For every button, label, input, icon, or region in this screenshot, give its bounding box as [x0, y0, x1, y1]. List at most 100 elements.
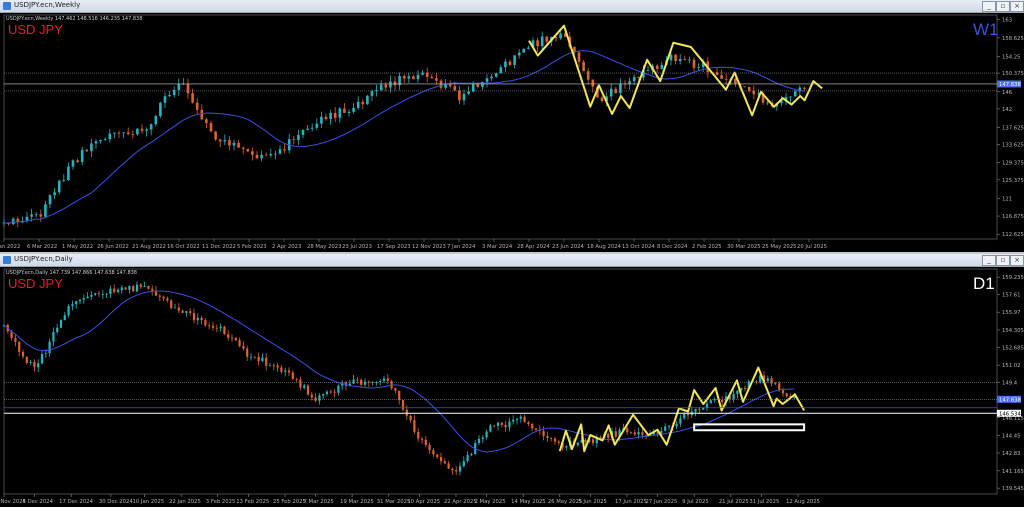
x-tick-label: 23 Jul 2023: [342, 244, 372, 250]
candle-body: [338, 108, 342, 118]
plot-frame: [3, 268, 998, 495]
weekly-chart-svg[interactable]: 163 158.625 154.25 150.375 146 142 137.625 133.…: [0, 13, 1024, 252]
y-tick-label: 155.97: [1002, 310, 1021, 316]
candle-body: [366, 95, 369, 105]
candle-body: [287, 370, 291, 373]
x-tick-label: 5 Jun 2025: [578, 499, 607, 505]
candle-body: [303, 385, 306, 388]
y-tick-label: 154.305: [1002, 328, 1024, 334]
candle-body: [508, 421, 511, 428]
x-tick-label: 11 Dec 2022: [202, 244, 236, 250]
candle-body: [306, 128, 309, 130]
candle-body: [30, 214, 33, 217]
x-tick-label: 26 May 2025: [548, 499, 583, 505]
x-tick-label: 12 Aug 2025: [786, 499, 820, 505]
candle-body: [513, 55, 516, 65]
y-tick-label: 125.375: [1002, 178, 1024, 184]
candle-body: [260, 154, 263, 159]
candle-body: [781, 390, 785, 394]
timeframe-label: D1: [973, 274, 995, 293]
candle-body: [159, 102, 162, 117]
candle-body: [382, 378, 386, 382]
close-button[interactable]: ×: [1010, 255, 1024, 266]
daily-chart-svg[interactable]: 159.235 157.61 155.97 154.305 152.685 151.02 1…: [0, 267, 1024, 507]
candle-body: [553, 438, 557, 442]
candle-body: [257, 356, 260, 362]
candle-body: [458, 90, 461, 101]
close-button[interactable]: ×: [1010, 1, 1024, 12]
maximize-button[interactable]: ▫: [996, 255, 1010, 266]
x-tick-label: 21 Jul 2025: [719, 499, 749, 505]
candle-body: [48, 341, 51, 354]
candle-body: [721, 400, 724, 403]
chart-window-icon: [3, 2, 11, 10]
candle-body: [299, 379, 302, 388]
candle-body: [246, 348, 249, 357]
candle-body: [78, 299, 82, 302]
candle-body: [512, 419, 515, 422]
x-tick-label: 31 Mar 2025: [377, 499, 411, 505]
minimize-button[interactable]: _: [982, 1, 996, 12]
candle-body: [519, 416, 522, 419]
candle-body: [455, 470, 458, 472]
candle-body: [128, 285, 131, 290]
candle-body: [242, 345, 245, 349]
y-tick-label: 142.83: [1002, 451, 1021, 457]
candle-body: [559, 33, 562, 39]
daily-chart-area[interactable]: 159.235 157.61 155.97 154.305 152.685 151.02 1…: [0, 267, 1024, 507]
candle-body: [246, 148, 250, 152]
candle-body: [170, 300, 173, 309]
candle-body: [600, 97, 604, 102]
candle-body: [57, 180, 61, 193]
x-tick-label: 17 Jun 2025: [615, 499, 647, 505]
weekly-title-bar[interactable]: USDJPY.ecn,Weekly _ ▫ ×: [0, 0, 1024, 13]
candle-body: [44, 204, 47, 217]
daily-chart-window[interactable]: USDJPY.ecn,Daily _ ▫ × 159.235 157.61 155.…: [0, 254, 1024, 507]
candle-body: [249, 356, 253, 358]
candle-body: [550, 438, 553, 439]
candle-body: [607, 433, 610, 439]
candle-body: [698, 409, 701, 410]
candle-body: [82, 298, 85, 300]
candle-body: [766, 102, 769, 104]
candle-body: [67, 305, 70, 316]
weekly-chart-area[interactable]: 163 158.625 154.25 150.375 146 142 137.625 133.…: [0, 13, 1024, 252]
candle-body: [192, 313, 196, 321]
candle-body: [500, 422, 503, 426]
candle-body: [264, 154, 268, 156]
y-tick-label: 142: [1002, 107, 1012, 113]
candle-body: [163, 96, 167, 103]
candle-body: [398, 390, 401, 401]
candle-body: [329, 112, 332, 120]
candle-body: [462, 93, 466, 101]
x-tick-label: 17 Sep 2023: [377, 244, 411, 250]
daily-title-bar[interactable]: USDJPY.ecn,Daily _ ▫ ×: [0, 254, 1024, 267]
candle-body: [743, 388, 747, 389]
candle-body: [238, 340, 241, 346]
candle-body: [195, 102, 199, 110]
candle-body: [655, 65, 659, 69]
candle-body: [629, 432, 633, 434]
candle-body: [116, 290, 120, 292]
x-tick-label: 22 Jan 2025: [169, 499, 201, 505]
x-tick-label: 9 Jul 2025: [682, 499, 709, 505]
minimize-button[interactable]: _: [982, 255, 996, 266]
weekly-chart-window[interactable]: USDJPY.ecn,Weekly _ ▫ × 163 158.625 154.25…: [0, 0, 1024, 252]
candle-body: [292, 139, 296, 140]
candle-body: [181, 310, 184, 313]
candle-body: [393, 81, 397, 86]
candle-body: [527, 422, 530, 424]
candle-body: [215, 327, 218, 329]
candle-body: [523, 416, 526, 423]
candle-body: [276, 365, 279, 368]
candle-body: [686, 413, 690, 416]
x-tick-label: 13 Oct 2024: [622, 244, 655, 250]
candle-body: [669, 54, 673, 61]
candle-body: [200, 317, 203, 321]
candle-body: [705, 403, 709, 408]
candle-body: [347, 111, 351, 113]
maximize-button[interactable]: ▫: [996, 1, 1010, 12]
candle-body: [211, 325, 215, 328]
candle-body: [261, 357, 264, 362]
candle-body: [113, 132, 116, 134]
